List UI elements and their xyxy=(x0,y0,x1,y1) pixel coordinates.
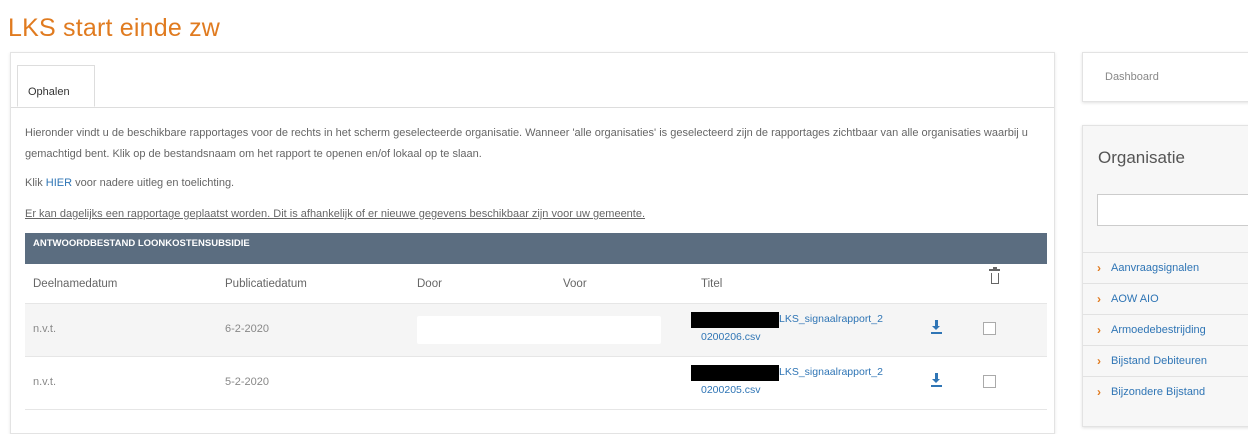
tab-strip: Ophalen xyxy=(11,53,1054,108)
help-line: Klik HIER voor nadere uitleg en toelicht… xyxy=(25,173,1040,194)
organisation-title: Organisatie xyxy=(1098,148,1185,167)
file-name-line1[interactable]: LKS_signaalrapport_2 xyxy=(701,363,883,381)
table-column-headers: Deelnamedatum Publicatiedatum Door Voor … xyxy=(25,265,1047,304)
table-row: n.v.t. 6-2-2020 LKS_signaalrapport_2 020… xyxy=(25,304,1047,357)
org-item-bijzondere-bijstand[interactable]: › Bijzondere Bijstand xyxy=(1083,376,1248,407)
table-row: n.v.t. 5-2-2020 LKS_signaalrapport_2 020… xyxy=(25,357,1047,410)
page-title: LKS start einde zw xyxy=(8,14,221,42)
org-item-label: Armoedebestrijding xyxy=(1111,324,1206,336)
daily-notice: Er kan dagelijks een rapportage geplaats… xyxy=(25,208,646,220)
org-item-aanvraagsignalen[interactable]: › Aanvraagsignalen xyxy=(1083,252,1248,283)
delete-checkbox[interactable] xyxy=(983,322,996,335)
file-link[interactable]: LKS_signaalrapport_2 0200205.csv xyxy=(701,363,883,399)
table-title: ANTWOORDBESTAND LOONKOSTENSUBSIDIE xyxy=(25,233,1047,264)
help-suffix: voor nadere uitleg en toelichting. xyxy=(72,177,235,189)
dashboard-link[interactable]: Dashboard xyxy=(1105,71,1159,83)
organisation-search-input[interactable] xyxy=(1097,194,1248,226)
cell-deelnamedatum: n.v.t. xyxy=(33,376,57,388)
col-door: Door xyxy=(417,278,442,290)
chevron-right-icon: › xyxy=(1097,292,1101,306)
cell-publicatiedatum: 5-2-2020 xyxy=(225,376,270,388)
delete-checkbox[interactable] xyxy=(983,375,996,388)
col-publicatiedatum: Publicatiedatum xyxy=(225,278,307,290)
org-item-label: AOW AIO xyxy=(1111,293,1159,305)
org-item-armoedebestrijding[interactable]: › Armoedebestrijding xyxy=(1083,314,1248,345)
help-link[interactable]: HIER xyxy=(46,177,72,189)
intro-paragraph: Hieronder vindt u de beschikbare rapport… xyxy=(25,127,1028,160)
file-name-line2[interactable]: 0200206.csv xyxy=(701,328,883,346)
col-voor: Voor xyxy=(563,278,587,290)
col-deelnamedatum: Deelnamedatum xyxy=(33,278,118,290)
org-item-bijstand-debiteuren[interactable]: › Bijstand Debiteuren xyxy=(1083,345,1248,376)
cell-publicatiedatum: 6-2-2020 xyxy=(225,323,270,335)
chevron-right-icon: › xyxy=(1097,323,1101,337)
help-prefix: Klik xyxy=(25,177,46,189)
trash-icon[interactable] xyxy=(989,267,1000,284)
main-panel: Ophalen Hieronder vindt u de beschikbare… xyxy=(10,52,1055,434)
file-name-line2[interactable]: 0200205.csv xyxy=(701,381,883,399)
download-icon-base xyxy=(931,385,942,387)
file-name-line1[interactable]: LKS_signaalrapport_2 xyxy=(701,310,883,328)
chevron-right-icon: › xyxy=(1097,354,1101,368)
dashboard-panel: Dashboard xyxy=(1082,52,1248,102)
organisation-panel: Organisatie › Aanvraagsignalen › AOW AIO ›… xyxy=(1082,125,1248,427)
door-field[interactable] xyxy=(417,316,661,344)
org-item-aow-aio[interactable]: › AOW AIO xyxy=(1083,283,1248,314)
org-item-label: Aanvraagsignalen xyxy=(1111,262,1200,274)
download-icon-base xyxy=(931,332,942,334)
col-titel: Titel xyxy=(701,278,723,290)
chevron-right-icon: › xyxy=(1097,385,1101,399)
org-item-label: Bijstand Debiteuren xyxy=(1111,355,1208,367)
tab-ophalen[interactable]: Ophalen xyxy=(17,65,95,107)
organisation-list: › Aanvraagsignalen › AOW AIO › Armoedebestr… xyxy=(1083,252,1248,407)
file-link[interactable]: LKS_signaalrapport_2 0200206.csv xyxy=(701,310,883,346)
intro-text: Hieronder vindt u de beschikbare rapport… xyxy=(25,123,1040,225)
chevron-right-icon: › xyxy=(1097,261,1101,275)
org-item-label: Bijzondere Bijstand xyxy=(1111,386,1206,398)
cell-deelnamedatum: n.v.t. xyxy=(33,323,57,335)
